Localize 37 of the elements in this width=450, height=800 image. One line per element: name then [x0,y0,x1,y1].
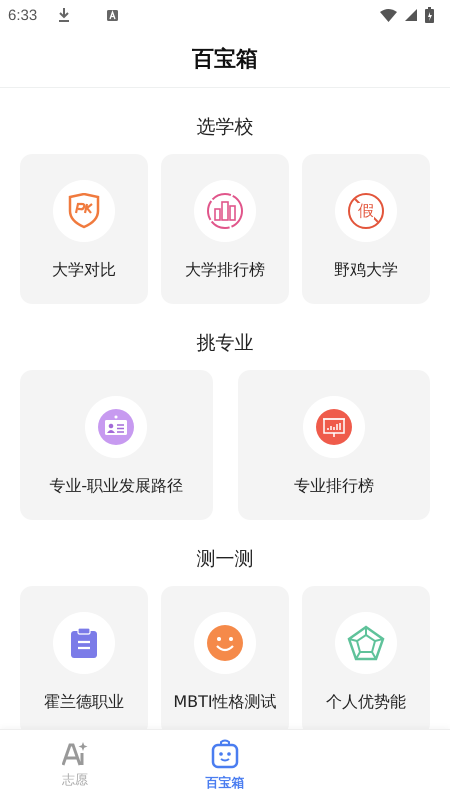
notification-icon [107,10,118,20]
id-card-icon [97,408,136,446]
shield-icon [67,193,101,229]
tool-label: MBTI性格测试 [173,692,277,713]
tool-card[interactable]: MBTI性格测试 [161,586,289,729]
smiley-icon [207,625,243,661]
robot-icon [211,738,239,768]
tool-label: 专业排行榜 [294,476,374,497]
tool-card[interactable]: 个人优势能 [302,586,430,729]
tool-label: 野鸡大学 [334,260,398,281]
tool-label: 专业-职业发展路径 [49,476,184,497]
section-title: 测一测 [196,547,254,572]
pentagon-icon [347,625,385,661]
page-title: 百宝箱 [192,46,258,74]
tool-label: 个人优势能 [326,692,406,713]
status-time: 6:33 [8,6,38,24]
ai-sparkle-icon [62,742,88,766]
section-title: 挑专业 [196,331,254,356]
wifi-icon [380,8,397,22]
tool-label: 大学排行榜 [185,260,265,281]
tool-label: 大学对比 [52,260,116,281]
clipboard-icon [71,628,97,658]
tool-card[interactable]: 假 野鸡大学 [302,154,430,304]
prohibited-icon: 假 [348,193,384,229]
section-title: 选学校 [196,115,254,140]
signal-icon [405,9,417,21]
battery-icon [425,7,434,23]
tool-card[interactable]: 霍兰德职业 [20,586,148,729]
tool-card[interactable]: 专业排行榜 [238,370,430,520]
tool-card[interactable]: 大学对比 [20,154,148,304]
presentation-board-icon [314,408,353,446]
tool-card[interactable]: 大学排行榜 [161,154,289,304]
tool-label: 霍兰德职业 [44,692,124,713]
tool-card[interactable]: 专业-职业发展路径 [20,370,212,520]
bar-chart-icon [206,192,244,230]
download-icon [57,7,72,23]
nav-tab[interactable]: 百宝箱 [150,730,300,800]
